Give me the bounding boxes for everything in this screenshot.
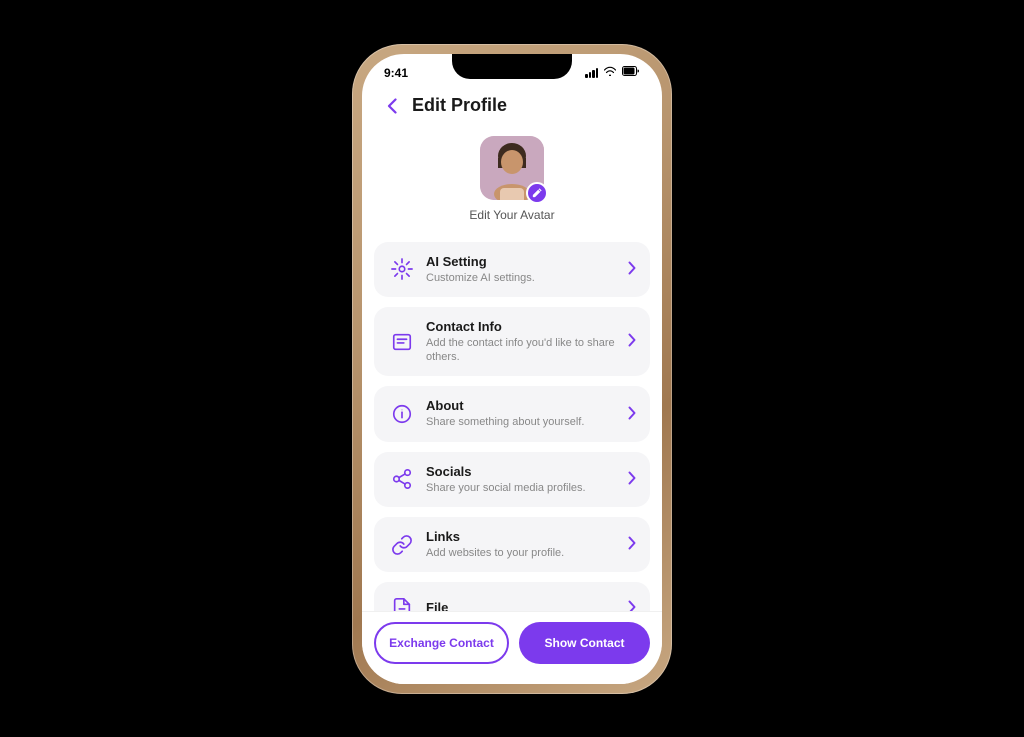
notch — [452, 54, 572, 79]
menu-item-file-text: File — [426, 600, 628, 611]
contact-info-icon — [388, 328, 416, 356]
avatar-wrapper[interactable] — [480, 136, 544, 200]
links-subtitle: Add websites to your profile. — [426, 546, 628, 560]
socials-chevron — [628, 471, 636, 488]
header: Edit Profile — [362, 84, 662, 128]
phone-frame: 9:41 — [352, 44, 672, 694]
ai-setting-icon — [388, 255, 416, 283]
back-button[interactable] — [378, 92, 406, 120]
ai-setting-chevron — [628, 261, 636, 278]
socials-icon — [388, 465, 416, 493]
menu-item-links[interactable]: Links Add websites to your profile. — [374, 517, 650, 572]
bottom-bar: Exchange Contact Show Contact — [362, 611, 662, 684]
ai-setting-subtitle: Customize AI settings. — [426, 271, 628, 285]
page-title: Edit Profile — [412, 95, 507, 116]
phone-screen: 9:41 — [362, 54, 662, 684]
socials-subtitle: Share your social media profiles. — [426, 481, 628, 495]
menu-item-socials[interactable]: Socials Share your social media profiles… — [374, 452, 650, 507]
avatar-section: Edit Your Avatar — [362, 128, 662, 238]
menu-item-contact-info[interactable]: Contact Info Add the contact info you'd … — [374, 307, 650, 377]
menu-item-about-text: About Share something about yourself. — [426, 398, 628, 429]
menu-item-ai-setting[interactable]: AI Setting Customize AI settings. — [374, 242, 650, 297]
links-icon — [388, 531, 416, 559]
socials-title: Socials — [426, 464, 628, 479]
wifi-icon — [604, 66, 616, 79]
file-icon — [388, 594, 416, 610]
menu-item-socials-text: Socials Share your social media profiles… — [426, 464, 628, 495]
file-chevron — [628, 600, 636, 611]
status-time: 9:41 — [384, 66, 408, 80]
exchange-contact-button[interactable]: Exchange Contact — [374, 622, 509, 664]
about-subtitle: Share something about yourself. — [426, 415, 628, 429]
menu-list: AI Setting Customize AI settings. — [362, 238, 662, 611]
contact-info-title: Contact Info — [426, 319, 628, 334]
about-icon — [388, 400, 416, 428]
file-title: File — [426, 600, 628, 611]
status-icons — [585, 66, 640, 79]
menu-item-contact-info-text: Contact Info Add the contact info you'd … — [426, 319, 628, 365]
avatar-edit-badge[interactable] — [526, 182, 548, 204]
about-title: About — [426, 398, 628, 413]
menu-item-ai-setting-text: AI Setting Customize AI settings. — [426, 254, 628, 285]
contact-info-subtitle: Add the contact info you'd like to share… — [426, 336, 628, 365]
links-title: Links — [426, 529, 628, 544]
show-contact-button[interactable]: Show Contact — [519, 622, 650, 664]
avatar-label: Edit Your Avatar — [469, 208, 554, 222]
signal-icon — [585, 68, 598, 78]
ai-setting-title: AI Setting — [426, 254, 628, 269]
battery-icon — [622, 66, 640, 79]
contact-info-chevron — [628, 333, 636, 350]
menu-item-file[interactable]: File — [374, 582, 650, 610]
links-chevron — [628, 536, 636, 553]
menu-item-links-text: Links Add websites to your profile. — [426, 529, 628, 560]
about-chevron — [628, 406, 636, 423]
menu-item-about[interactable]: About Share something about yourself. — [374, 386, 650, 441]
